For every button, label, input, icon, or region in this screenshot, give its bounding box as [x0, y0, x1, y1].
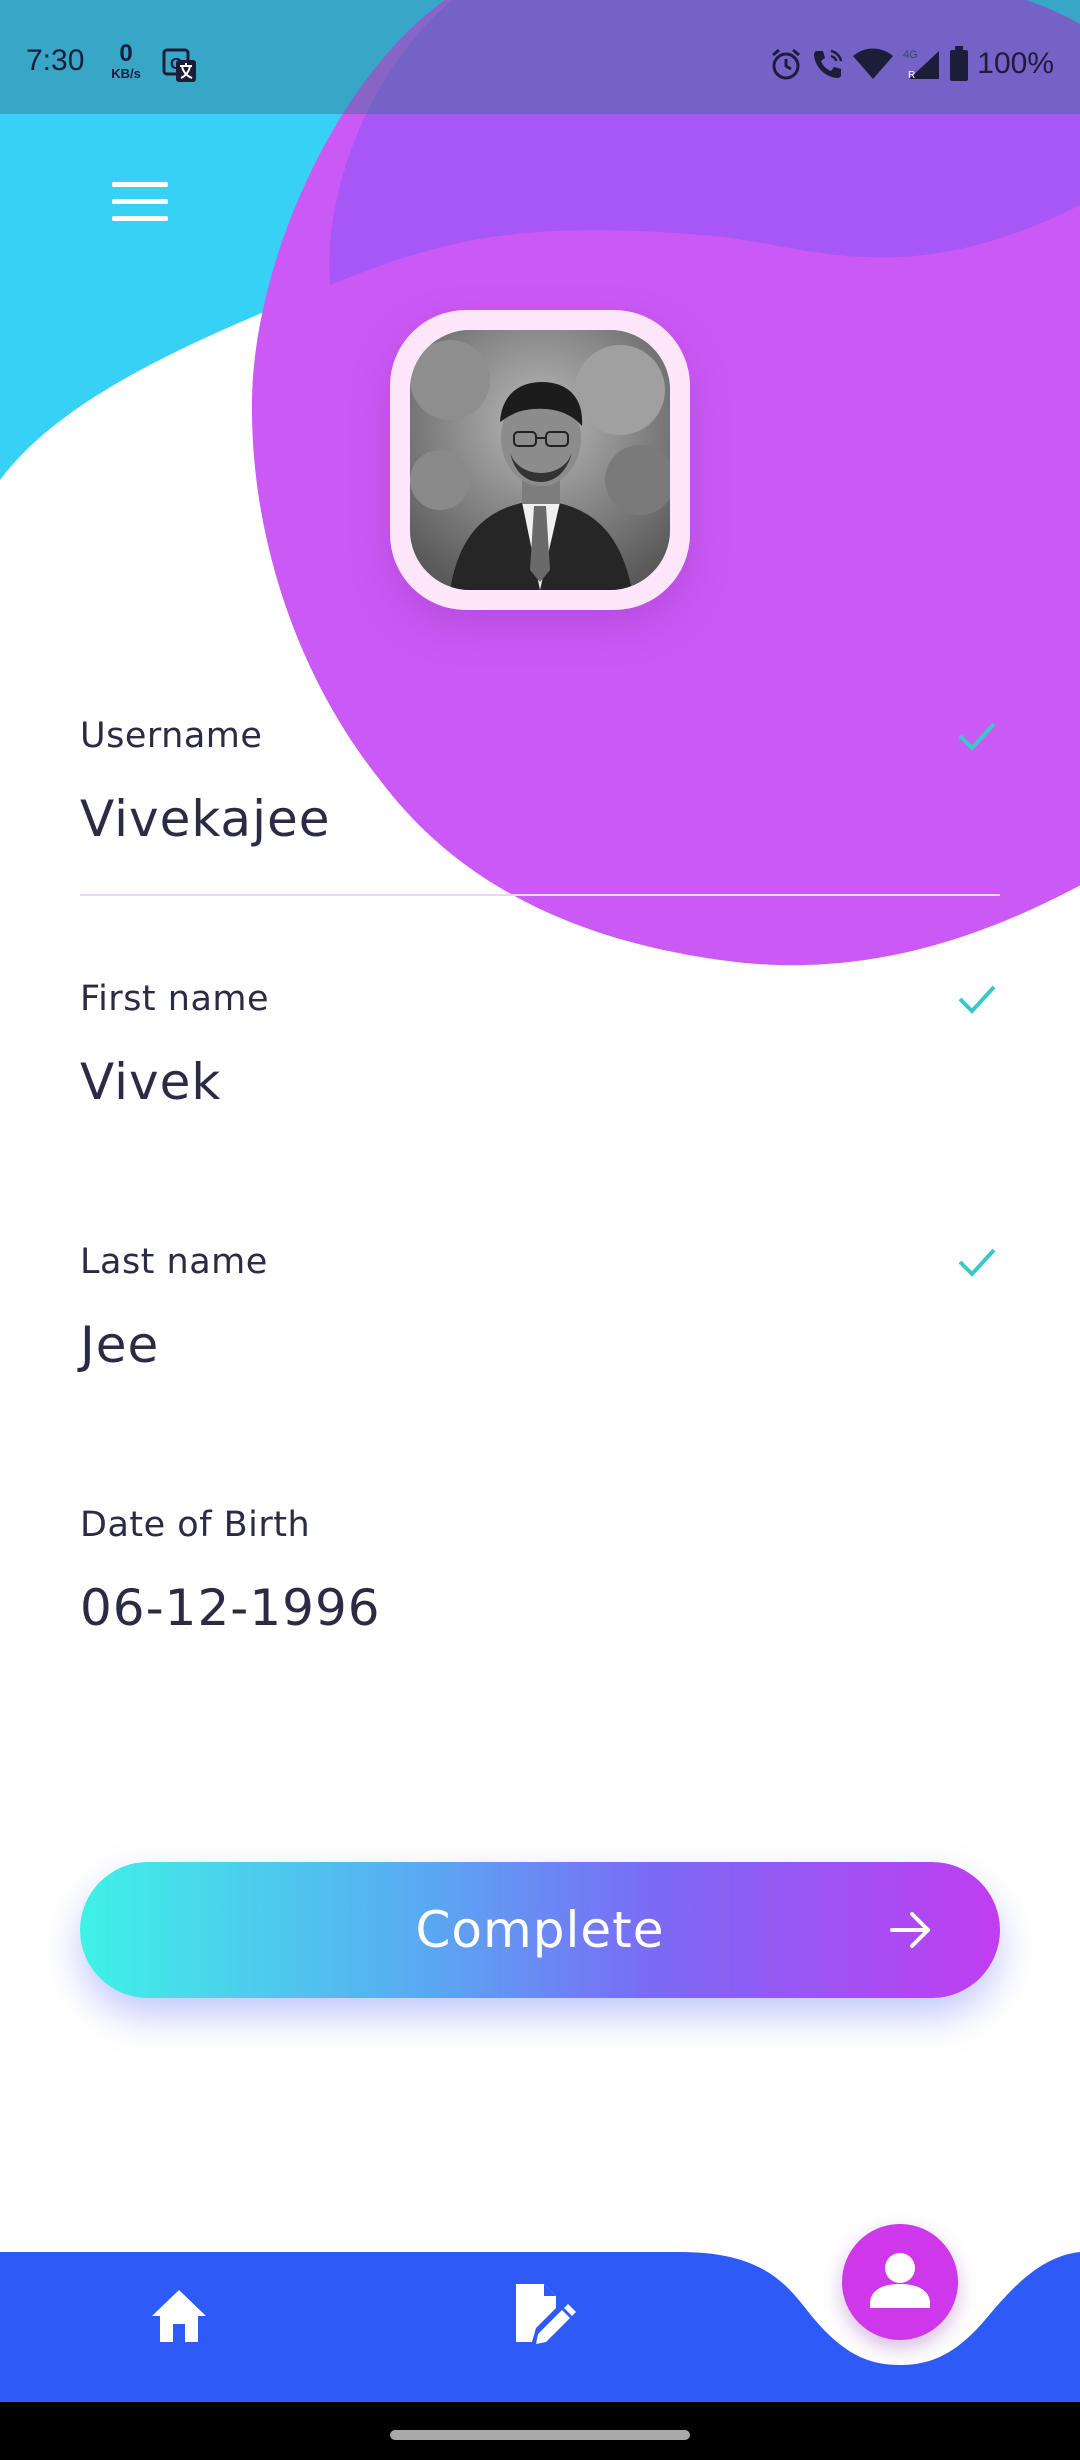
edit-document-icon[interactable] — [510, 2280, 576, 2348]
network-speed-value: 0 — [119, 40, 133, 67]
check-icon — [958, 722, 996, 751]
battery-icon — [950, 46, 969, 81]
check-icon — [958, 1248, 996, 1277]
username-underline — [80, 894, 1000, 896]
hamburger-menu-icon[interactable] — [104, 174, 176, 230]
username-field[interactable]: Username Vivekajee — [80, 716, 1000, 896]
profile-tab-button[interactable] — [842, 2224, 958, 2340]
complete-button-label: Complete — [415, 1901, 665, 1959]
username-label: Username — [80, 716, 263, 756]
alarm-icon — [772, 48, 801, 80]
avatar — [410, 330, 670, 590]
last-name-label: Last name — [80, 1242, 268, 1282]
date-of-birth-field[interactable]: Date of Birth 06-12-1996 — [80, 1505, 1000, 1685]
status-time: 7:30 — [26, 44, 85, 77]
wifi-call-icon — [814, 49, 843, 78]
svg-text:4G: 4G — [903, 49, 918, 61]
status-icons: 4G R 100% — [769, 44, 1054, 84]
battery-percent: 100% — [977, 47, 1054, 80]
gesture-handle[interactable] — [390, 2430, 690, 2440]
network-speed-unit: KB/s — [111, 66, 141, 81]
last-name-field[interactable]: Last name Jee — [80, 1242, 1000, 1422]
arrow-right-icon — [890, 1912, 930, 1948]
profile-photo — [410, 330, 670, 590]
username-value[interactable]: Vivekajee — [80, 790, 330, 848]
first-name-value[interactable]: Vivek — [80, 1053, 221, 1111]
complete-button[interactable]: Complete — [80, 1862, 1000, 1998]
gesture-nav-bar — [0, 2402, 1080, 2460]
wifi-icon — [853, 48, 894, 79]
avatar-frame[interactable] — [390, 310, 690, 610]
first-name-label: First name — [80, 979, 270, 1019]
translate-icon: G — [162, 48, 196, 82]
network-speed: 0 KB/s — [104, 40, 148, 81]
signal-4g-icon: 4G R — [903, 49, 940, 81]
profile-icon — [870, 2253, 930, 2308]
date-of-birth-label: Date of Birth — [80, 1505, 311, 1545]
date-of-birth-value[interactable]: 06-12-1996 — [80, 1579, 381, 1637]
svg-text:R: R — [908, 70, 915, 81]
first-name-field[interactable]: First name Vivek — [80, 979, 1000, 1159]
last-name-value[interactable]: Jee — [80, 1316, 159, 1374]
home-icon[interactable] — [148, 2286, 210, 2344]
check-icon — [958, 985, 996, 1014]
status-bar: 7:30 0 KB/s G 4G R 100% — [0, 0, 1080, 114]
